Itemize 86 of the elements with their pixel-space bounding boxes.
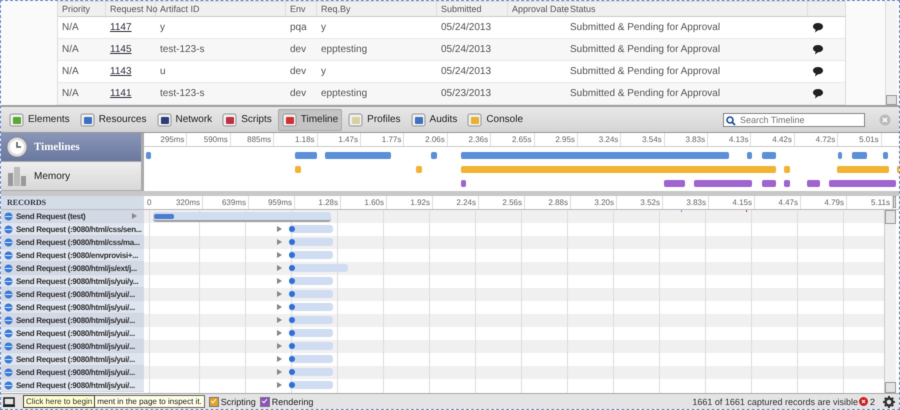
table-cell-text: N/A (61, 44, 80, 55)
table-cell-text: test-123-s (159, 88, 206, 99)
column-header: Artifact ID (156, 2, 286, 16)
tick-label: 4.47s (755, 196, 801, 209)
tab[interactable]: Timeline (278, 108, 342, 130)
tick-label: 1.47s (318, 133, 361, 146)
table-cell-text: y (320, 66, 327, 77)
tick-label: 2.88s (525, 196, 571, 209)
request-link[interactable]: 1147 (106, 22, 156, 33)
tick-label: 639ms (203, 196, 249, 209)
table-cell-text: epptesting (320, 44, 368, 55)
table-cell-text: Submitted & Pending for Approval (569, 44, 722, 55)
error-count[interactable]: 2 (858, 396, 875, 406)
table-cell-text: pqa (289, 22, 308, 33)
tab[interactable]: Network (152, 108, 216, 130)
request-link[interactable]: 1141 (106, 88, 156, 99)
filter-checkbox[interactable]: Scripting (208, 396, 256, 406)
tick-label: 320ms (157, 196, 203, 209)
table-cell-text: test-123-s (159, 44, 206, 55)
tick-label: 590ms (187, 133, 231, 146)
table-cell-text: u (159, 66, 167, 77)
tick-label: 1.28s (295, 196, 341, 209)
table-cell-text: N/A (61, 88, 80, 99)
tick-label: 3.54s (621, 133, 665, 146)
table-cell-text: 05/24/2013 (440, 66, 492, 77)
tick-label: 1.92s (387, 196, 433, 209)
column-header: Req.By (317, 2, 437, 16)
table-cell-text: 05/24/2013 (440, 44, 492, 55)
tick-label: 1.18s (274, 133, 318, 146)
tab[interactable]: Scripts (218, 108, 276, 130)
tick-label: 885ms (230, 133, 274, 146)
tab[interactable]: Profiles (344, 108, 405, 130)
tick-label: 1.77s (360, 133, 404, 146)
tick-label: 4.42s (751, 133, 795, 146)
tick-label: 1.60s (341, 196, 387, 209)
tick-label: 4.79s (801, 196, 847, 209)
tick-label: 2.24s (433, 196, 479, 209)
tick-label: 3.52s (617, 196, 663, 209)
sidebar-item[interactable]: Memory (1, 162, 141, 191)
table-cell-text: Submitted & Pending for Approval (569, 22, 722, 33)
filter-checkbox[interactable]: Rendering (260, 396, 314, 406)
records-count: 1661 of 1661 captured records are visible (692, 396, 858, 406)
tick-label: 3.83s (664, 133, 708, 146)
tick-label: 3.24s (578, 133, 622, 146)
tab[interactable]: Resources (76, 108, 150, 130)
table-cell-text: Submitted & Pending for Approval (569, 66, 722, 77)
hint-text: ment in the page to inspect it. (95, 395, 205, 408)
tick-label: 2.95s (534, 133, 578, 146)
tick-label: 4.72s (794, 133, 838, 146)
tick-label: 4.15s (709, 196, 755, 209)
tick-label: 4.13s (708, 133, 752, 146)
table-cell-text: dev (289, 44, 308, 55)
sidebar-item[interactable]: Timelines (1, 133, 141, 162)
column-header: Approval Date (508, 2, 566, 16)
tick-label: 2.36s (448, 133, 492, 146)
search-field[interactable]: Search Timeline (723, 112, 865, 126)
table-cell-text: dev (289, 66, 308, 77)
table-cell-text: dev (289, 88, 308, 99)
table-cell-text: N/A (61, 66, 80, 77)
tick-label: 959ms (249, 196, 295, 209)
tick-label: 2.65s (491, 133, 535, 146)
column-header: Env (286, 2, 317, 16)
tab[interactable]: Elements (5, 108, 74, 130)
tick-label: 3.83s (663, 196, 709, 209)
tab[interactable]: Audits (406, 108, 462, 130)
tick-label: 0 (146, 197, 152, 209)
table-cell-text: y (159, 22, 166, 33)
table-cell-text: y (320, 22, 327, 33)
tick-label: 2.06s (404, 133, 448, 146)
request-link[interactable]: 1145 (106, 44, 156, 55)
table-cell-text: N/A (61, 22, 80, 33)
column-header: Request No (106, 2, 156, 16)
tick-label: 5.01s (838, 133, 882, 146)
column-header: Submitted (437, 2, 508, 16)
tooltip: Click here to begin (23, 395, 96, 408)
tick-label: 295ms (144, 133, 188, 146)
tick-label: 2.56s (479, 196, 525, 209)
tick-label: 3.20s (571, 196, 617, 209)
column-header: Priority (58, 2, 106, 16)
table-cell-text: Submitted & Pending for Approval (569, 88, 722, 99)
records-header: RECORDS (1, 196, 144, 209)
table-cell-text: epptesting (320, 88, 368, 99)
table-cell-text: 05/24/2013 (440, 22, 492, 33)
tab[interactable]: Console (463, 108, 528, 130)
request-link[interactable]: 1143 (106, 66, 156, 77)
table-cell-text: 05/23/2013 (440, 88, 492, 99)
